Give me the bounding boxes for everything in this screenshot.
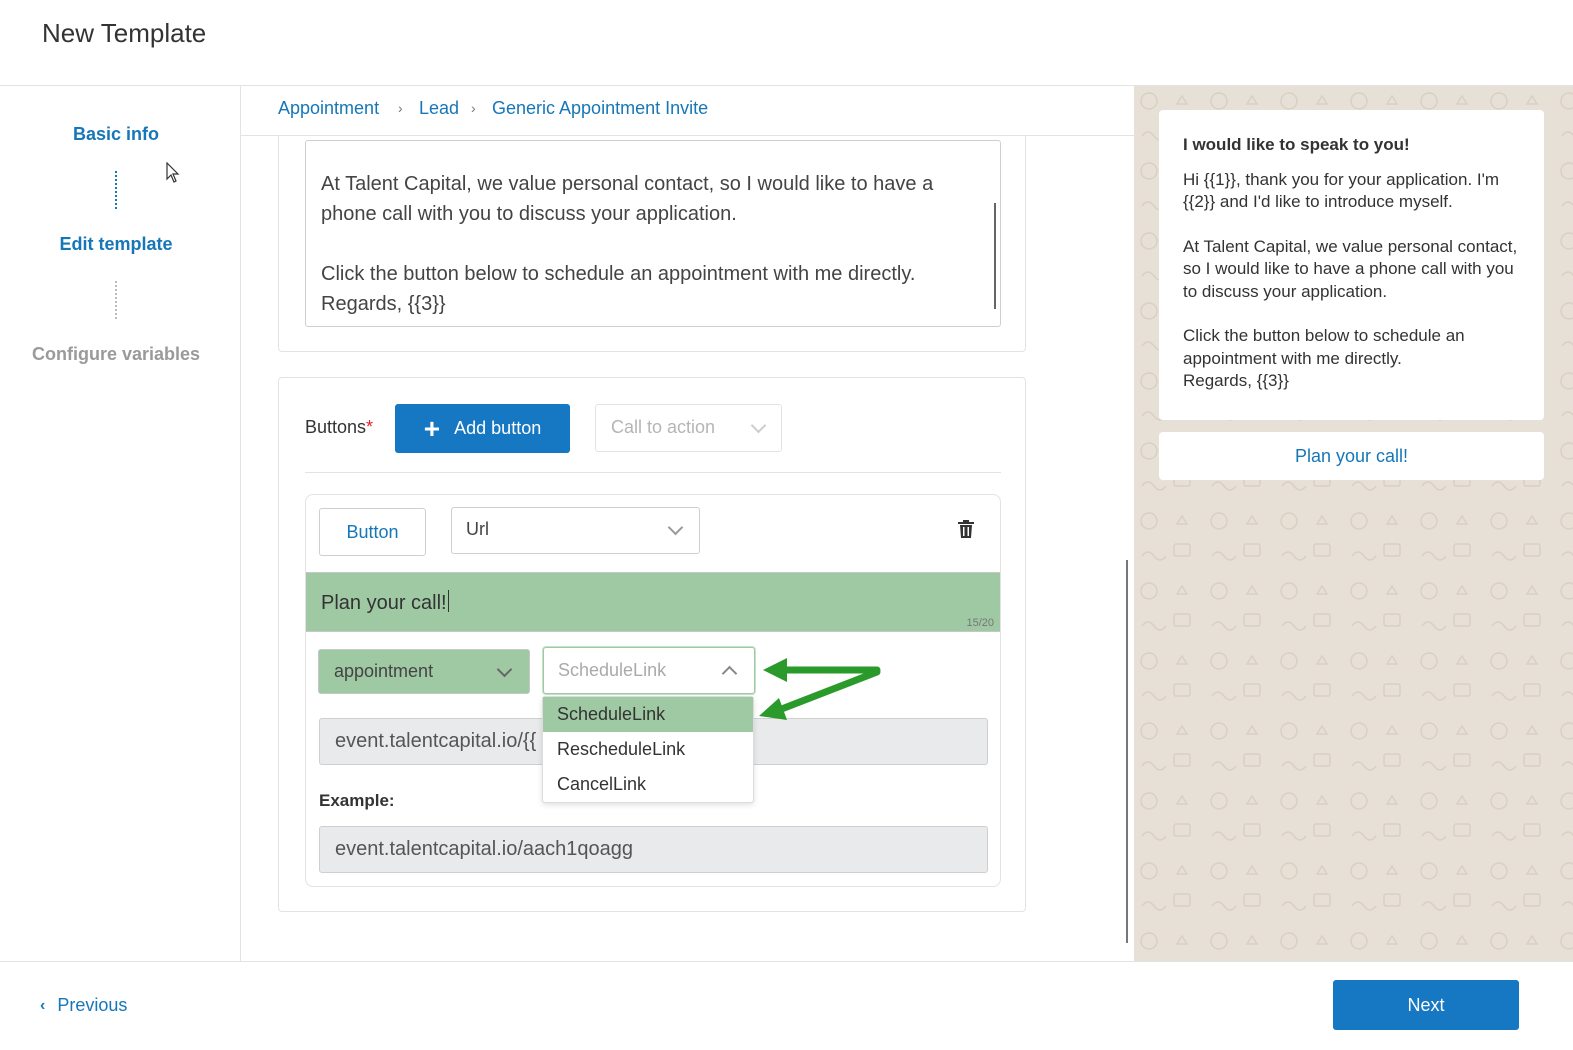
button-type-select[interactable]: Call to action bbox=[595, 404, 782, 452]
char-counter: 15/20 bbox=[966, 617, 994, 629]
action-type-select[interactable]: Url bbox=[451, 507, 700, 554]
breadcrumb-current[interactable]: Generic Appointment Invite bbox=[492, 98, 708, 119]
step-basic-info[interactable]: Basic info bbox=[0, 124, 232, 145]
add-button[interactable]: + Add button bbox=[395, 404, 570, 453]
textarea-scrollbar[interactable] bbox=[994, 203, 996, 309]
breadcrumb-separator-icon: › bbox=[471, 100, 476, 116]
footer: ‹ Previous Next bbox=[0, 961, 1573, 1050]
step-connector bbox=[115, 281, 117, 319]
body-text-line1: At Talent Capital, we value personal con… bbox=[321, 173, 934, 225]
breadcrumb-appointment[interactable]: Appointment bbox=[278, 98, 379, 119]
buttons-label: Buttons* bbox=[305, 417, 374, 437]
steps-sidebar: Basic info Edit template Configure varia… bbox=[0, 86, 241, 961]
example-label: Example: bbox=[319, 791, 395, 810]
dropdown-option-schedulelink[interactable]: ScheduleLink bbox=[543, 697, 753, 732]
button-text-input[interactable]: Plan your call! 15/20 bbox=[306, 572, 1000, 632]
mouse-cursor-icon bbox=[166, 162, 180, 183]
button-item: Button Url Plan your call! 15/20 appoint… bbox=[305, 494, 1001, 887]
message-bubble: I would like to speak to you! Hi {{1}}, … bbox=[1159, 110, 1544, 420]
step-edit-template[interactable]: Edit template bbox=[0, 234, 232, 255]
annotation-arrows-icon bbox=[759, 658, 881, 720]
link-type-select[interactable]: ScheduleLink bbox=[543, 647, 755, 694]
buttons-card: Buttons* + Add button Call to action But… bbox=[278, 377, 1026, 912]
preview-paragraph: Click the button below to schedule an ap… bbox=[1183, 326, 1465, 390]
page-header: New Template bbox=[0, 0, 1573, 86]
body-text-line2: Click the button below to schedule an ap… bbox=[321, 263, 916, 315]
example-field: event.talentcapital.io/aach1qoagg bbox=[319, 826, 988, 873]
dropdown-option-reschedulelink[interactable]: RescheduleLink bbox=[543, 732, 753, 767]
editor-panel: Appointment › Lead › Generic Appointment… bbox=[241, 86, 1134, 961]
chevron-down-icon bbox=[496, 661, 513, 678]
whatsapp-preview: I would like to speak to you! Hi {{1}}, … bbox=[1134, 86, 1573, 961]
dropdown-option-cancellink[interactable]: CancelLink bbox=[543, 767, 753, 802]
preview-paragraph: At Talent Capital, we value personal con… bbox=[1183, 236, 1518, 301]
previous-button[interactable]: ‹ Previous bbox=[40, 995, 127, 1016]
preview-title: I would like to speak to you! bbox=[1183, 135, 1410, 154]
chevron-down-icon bbox=[667, 519, 684, 536]
trash-icon[interactable] bbox=[958, 520, 974, 538]
chevron-up-icon bbox=[721, 665, 738, 682]
page-title: New Template bbox=[42, 18, 207, 48]
body-card: At Talent Capital, we value personal con… bbox=[278, 126, 1026, 352]
button-type-button[interactable]: Button bbox=[319, 508, 426, 556]
divider bbox=[305, 472, 1001, 473]
preview-paragraph: Hi {{1}}, thank you for your application… bbox=[1183, 169, 1500, 212]
chevron-down-icon bbox=[750, 417, 767, 434]
link-type-dropdown: ScheduleLink RescheduleLink CancelLink bbox=[542, 696, 754, 803]
link-category-select[interactable]: appointment bbox=[318, 649, 530, 694]
next-button[interactable]: Next bbox=[1333, 980, 1519, 1030]
breadcrumb-separator-icon: › bbox=[398, 100, 403, 116]
breadcrumb-lead[interactable]: Lead bbox=[419, 98, 459, 119]
main-scrollbar[interactable] bbox=[1126, 560, 1128, 943]
step-connector bbox=[115, 171, 117, 209]
body-textarea[interactable]: At Talent Capital, we value personal con… bbox=[305, 140, 1001, 327]
plus-icon: + bbox=[423, 412, 441, 444]
chevron-left-icon: ‹ bbox=[40, 996, 46, 1014]
preview-cta-button[interactable]: Plan your call! bbox=[1159, 432, 1544, 480]
breadcrumb: Appointment › Lead › Generic Appointment… bbox=[241, 86, 1134, 136]
step-configure-variables[interactable]: Configure variables bbox=[0, 344, 232, 365]
